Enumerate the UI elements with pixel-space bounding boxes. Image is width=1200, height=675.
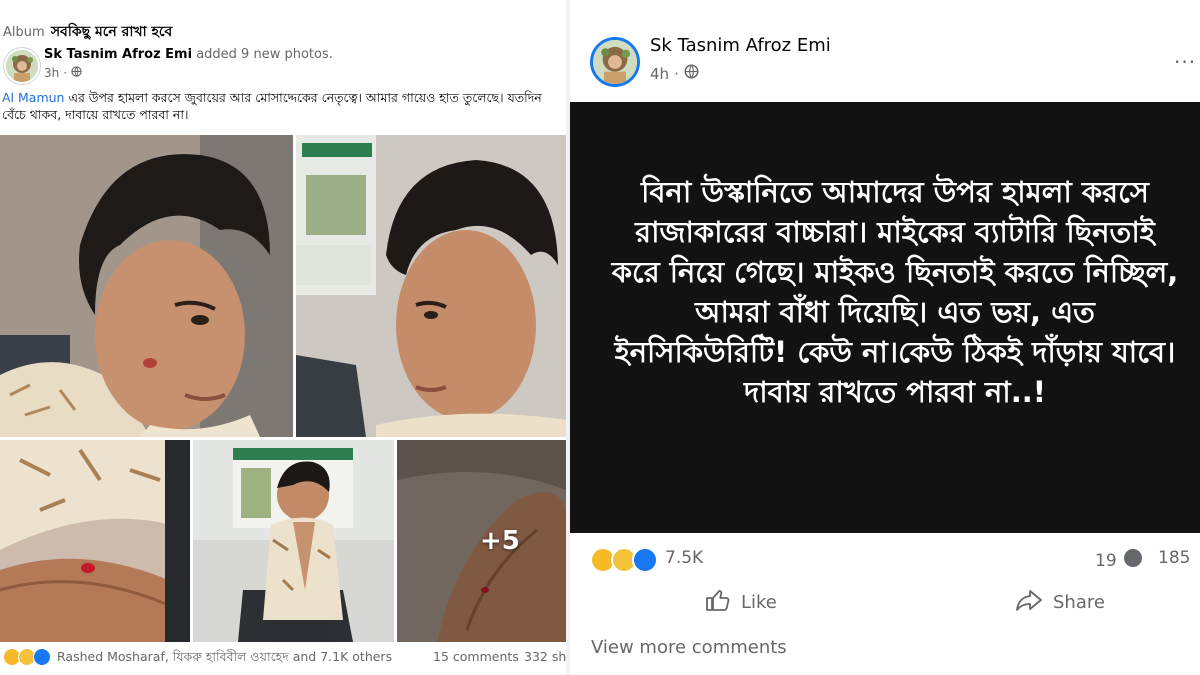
time-label[interactable]: 3h [44,66,59,80]
post-author-line: Sk Tasnim Afroz Emi added 9 new photos. [44,47,333,62]
more-options-icon[interactable]: ··· [1174,50,1196,74]
photo-4[interactable] [193,440,394,642]
share-count[interactable]: 185 [1158,548,1190,568]
reaction-count[interactable]: 7.5K [665,548,703,568]
share-button[interactable]: Share [1015,588,1105,617]
time-label[interactable]: 4h [650,65,669,83]
share-label: Share [1053,592,1105,613]
share-icon [1015,588,1043,617]
post-time: 3h · [44,66,82,80]
album-title[interactable]: সবকিছু মনে রাখা হবে [51,24,173,40]
comment-count: 19 [1095,550,1117,571]
like-emoji [632,547,658,573]
comment-count[interactable]: 15 comments [433,649,519,664]
post-time: 4h · [650,64,699,83]
reaction-names[interactable]: Rashed Mosharaf, যিকরু হাবিবীল ওয়াহেদ a… [57,649,392,669]
like-button[interactable]: Like [705,588,777,617]
author-name[interactable]: Sk Tasnim Afroz Emi [650,35,831,56]
album-header: Album সবকিছু মনে রাখা হবে [3,20,172,44]
view-more-comments-link[interactable]: View more comments [591,637,787,658]
share-count[interactable]: 332 sha [524,649,566,664]
caption-text: এর উপর হামলা করসে জুবায়ের আর মোসাদ্দেকে… [2,90,542,122]
globe-icon [684,64,699,83]
more-photos-count[interactable]: +5 [480,526,520,556]
like-label: Like [741,592,777,613]
status-background: বিনা উস্কানিতে আমাদের উপর হামলা করসে রাজ… [570,102,1200,533]
photo-1[interactable] [0,135,293,437]
reaction-icons[interactable] [3,648,51,666]
globe-icon [71,66,82,80]
like-emoji [33,648,51,666]
mention-link[interactable]: Al Mamun [2,90,64,105]
album-prefix: Album [3,25,45,40]
photo-2[interactable] [296,135,566,437]
comment-count-group[interactable]: 19 [1095,548,1143,573]
right-post: Sk Tasnim Afroz Emi 4h · ··· বিনা উস্কান… [570,0,1200,675]
left-post: Album সবকিছু মনে রাখা হবে Sk Tasnim Afro… [0,0,566,675]
reaction-icons[interactable] [590,547,658,573]
comment-icon [1123,548,1143,573]
post-footer: Rashed Mosharaf, যিকরু হাবিবীল ওয়াহেদ a… [0,645,566,669]
avatar[interactable] [4,48,40,84]
avatar[interactable] [590,37,640,87]
author-name[interactable]: Sk Tasnim Afroz Emi [44,47,192,62]
status-text: বিনা উস্কানিতে আমাদের উপর হামলা করসে রাজ… [611,175,1179,409]
post-action: added 9 new photos. [196,47,333,62]
like-icon [705,588,731,617]
photo-3[interactable] [0,440,190,642]
post-caption: Al Mamun এর উপর হামলা করসে জুবায়ের আর ম… [2,89,562,123]
